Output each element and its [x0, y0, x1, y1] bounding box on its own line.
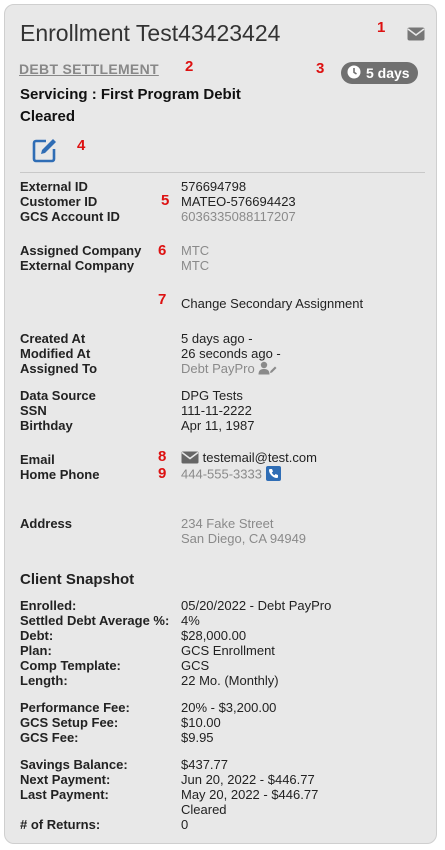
next-payment-value: Jun 20, 2022 - $446.77 [181, 772, 315, 787]
modified-at-value: 26 seconds ago - [181, 346, 281, 361]
annotation-4: 4 [77, 137, 86, 154]
comp-template-value: GCS [181, 658, 210, 673]
performance-fee-value: 20% - $3,200.00 [181, 700, 277, 715]
client-snapshot-title: Client Snapshot [20, 571, 135, 588]
assigned-to-row: Debt PayPro [181, 361, 277, 378]
email-row: testemail@test.com [181, 450, 317, 467]
savings-balance-value: $437.77 [181, 757, 228, 772]
ssn-label: SSN [20, 403, 47, 418]
home-phone-value: 444-555-3333 [181, 466, 262, 482]
gcs-fee-label: GCS Fee: [20, 730, 79, 745]
external-company-label: External Company [20, 258, 135, 273]
assign-user-icon[interactable] [258, 361, 277, 378]
home-phone-row: 444-555-3333 [181, 466, 281, 484]
annotation-7: 7 [158, 291, 167, 308]
gcs-account-id-value: 6036335088117207 [181, 209, 296, 224]
assigned-to-value: Debt PayPro [181, 361, 255, 376]
settled-debt-value: 4% [181, 613, 200, 628]
address-line2: San Diego, CA 94949 [181, 531, 307, 546]
enrolled-value: 05/20/2022 - Debt PayPro [181, 598, 332, 613]
birthday-value: Apr 11, 1987 [181, 418, 255, 433]
email-label: Email [20, 452, 55, 467]
last-payment-value: May 20, 2022 - $446.77 [181, 787, 319, 802]
gcs-setup-fee-label: GCS Setup Fee: [20, 715, 119, 730]
settled-debt-label: Settled Debt Average %: [20, 613, 170, 628]
annotation-1: 1 [377, 19, 386, 36]
enrollment-title: Enrollment Test43423424 [20, 20, 281, 46]
gcs-account-id-label: GCS Account ID [20, 209, 120, 224]
created-at-value: 5 days ago - [181, 331, 253, 346]
comp-template-label: Comp Template: [20, 658, 121, 673]
returns-label: # of Returns: [20, 817, 101, 832]
annotation-5: 5 [161, 192, 170, 209]
external-id-value: 576694798 [181, 179, 247, 194]
data-source-value: DPG Tests [181, 388, 243, 403]
enrolled-label: Enrolled: [20, 598, 77, 613]
annotation-9: 9 [158, 465, 167, 482]
debt-value: $28,000.00 [181, 628, 247, 643]
customer-id-value: MATEO-576694423 [181, 194, 296, 209]
envelope-icon[interactable] [407, 27, 425, 46]
days-badge: 5 days [341, 62, 418, 84]
email-value[interactable]: testemail@test.com [203, 450, 317, 465]
annotation-6: 6 [158, 242, 167, 259]
edit-icon[interactable] [31, 136, 59, 164]
plan-value: GCS Enrollment [181, 643, 275, 658]
created-at-label: Created At [20, 331, 86, 346]
status-text: Servicing : First Program Debit Cleared [20, 86, 241, 125]
birthday-label: Birthday [20, 418, 73, 433]
email-envelope-icon[interactable] [181, 451, 199, 467]
days-badge-label: 5 days [366, 65, 410, 81]
assigned-to-label: Assigned To [20, 361, 98, 376]
debt-settlement-link[interactable]: DEBT SETTLEMENT [19, 61, 159, 77]
last-payment-status: Cleared [181, 802, 227, 817]
clock-icon [347, 65, 361, 82]
phone-call-icon[interactable] [265, 466, 281, 484]
assigned-company-label: Assigned Company [20, 243, 142, 258]
enrollment-card: Enrollment Test43423424 1 DEBT SETTLEMEN… [4, 4, 437, 844]
ssn-value: 111-11-2222 [181, 403, 252, 418]
address-line1: 234 Fake Street [181, 516, 274, 531]
external-company-value: MTC [181, 258, 210, 273]
savings-balance-label: Savings Balance: [20, 757, 128, 772]
home-phone-label: Home Phone [20, 467, 100, 482]
change-secondary-assignment-link[interactable]: Change Secondary Assignment [181, 296, 363, 311]
external-id-label: External ID [20, 179, 88, 194]
next-payment-label: Next Payment: [20, 772, 111, 787]
data-source-label: Data Source [20, 388, 96, 403]
last-payment-label: Last Payment: [20, 787, 109, 802]
annotation-3: 3 [316, 60, 325, 77]
length-value: 22 Mo. (Monthly) [181, 673, 279, 688]
plan-label: Plan: [20, 643, 52, 658]
annotation-2: 2 [185, 58, 194, 75]
customer-id-label: Customer ID [20, 194, 98, 209]
address-label: Address [20, 516, 73, 531]
length-label: Length: [20, 673, 68, 688]
divider [20, 172, 425, 173]
annotation-8: 8 [158, 448, 167, 465]
assigned-company-value: MTC [181, 243, 210, 258]
performance-fee-label: Performance Fee: [20, 700, 130, 715]
gcs-fee-value: $9.95 [181, 730, 214, 745]
gcs-setup-fee-value: $10.00 [181, 715, 221, 730]
modified-at-label: Modified At [20, 346, 91, 361]
debt-label: Debt: [20, 628, 54, 643]
returns-value: 0 [181, 817, 189, 832]
